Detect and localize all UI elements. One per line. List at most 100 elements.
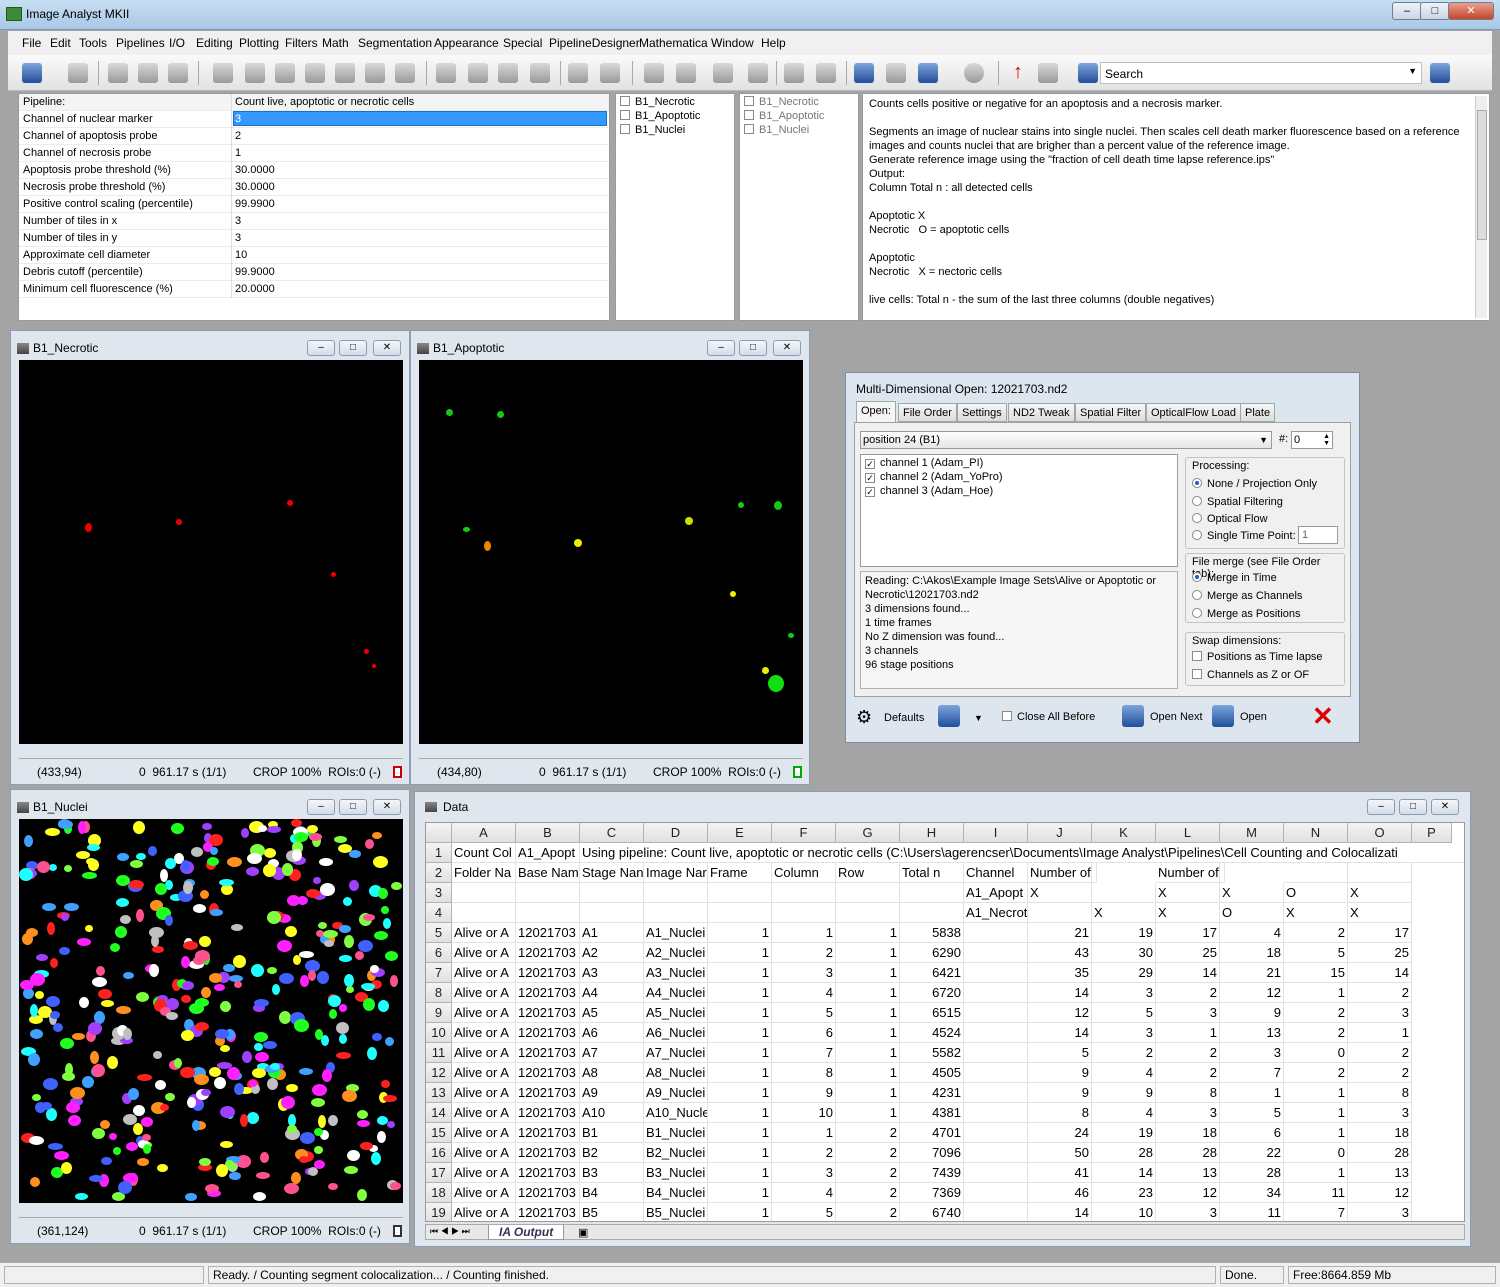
table-cell[interactable]: 5582 [900,1043,964,1063]
table-cell[interactable]: 12021703 [516,1123,580,1143]
frame-slider[interactable] [419,747,803,759]
table-cell[interactable]: 14 [1348,963,1412,983]
pipeline-icon[interactable] [854,63,874,83]
table-cell[interactable] [964,1203,1028,1221]
table-cell[interactable]: 28 [1348,1143,1412,1163]
table-cell[interactable]: Alive or A [452,1063,516,1083]
table-cell[interactable]: Number of segments positive/negative [1156,863,1220,883]
minimize-button[interactable]: – [1392,2,1422,20]
table-cell[interactable] [964,1143,1028,1163]
param-value[interactable]: 99.9000 [235,266,275,278]
stack-icon[interactable] [498,63,518,83]
table-cell[interactable]: 2 [1348,983,1412,1003]
channel-indicator[interactable] [393,766,402,778]
table-cell[interactable]: 46 [1028,1183,1092,1203]
table-cell[interactable]: 7 [1220,1063,1284,1083]
param-value-selected[interactable] [233,111,607,126]
table-cell[interactable]: 24 [1028,1123,1092,1143]
table-cell[interactable]: 1 [836,1003,900,1023]
table-cell[interactable]: 1 [1284,1083,1348,1103]
table-cell[interactable]: A7 [580,1043,644,1063]
param-row[interactable]: Channel of nuclear marker 3 [19,111,609,128]
table-cell[interactable]: 25 [1156,943,1220,963]
radio-none[interactable]: None / Projection Only [1192,478,1317,490]
table-cell[interactable]: 1 [708,1183,772,1203]
param-value[interactable]: 99.9900 [235,198,275,210]
table-cell[interactable]: 12021703 [516,1203,580,1221]
pipeline-edit-icon[interactable] [886,63,906,83]
table-cell[interactable] [900,883,964,903]
table-cell[interactable]: 21 [1220,963,1284,983]
menu-filters[interactable]: Filters [285,36,318,50]
table-cell[interactable]: 12021703 [516,1183,580,1203]
maximize-icon[interactable]: □ [339,340,367,356]
window-icon[interactable] [436,63,456,83]
frame-slider[interactable] [19,747,403,759]
table-cell[interactable]: B1 [580,1123,644,1143]
table-cell[interactable]: 3 [1348,1103,1412,1123]
table-cell[interactable]: A3 [580,963,644,983]
menu-pipelinedesigner[interactable]: PipelineDesigner [549,36,640,50]
table-cell[interactable]: A1_Apopt [516,843,580,863]
table-cell[interactable]: 28 [1220,1163,1284,1183]
table-cell[interactable]: 12 [1220,983,1284,1003]
table-cell[interactable]: B3_Nuclei [644,1163,708,1183]
param-value[interactable]: 3 [235,232,241,244]
table-cell[interactable] [836,903,900,923]
search-input[interactable]: Search [1105,67,1143,81]
table-cell[interactable]: 6 [1220,1123,1284,1143]
table-cell[interactable]: 2 [772,1143,836,1163]
table-cell[interactable] [1220,863,1225,883]
table-cell[interactable]: 15 [1284,963,1348,983]
table-cell[interactable]: 2 [1284,1003,1348,1023]
table-cell[interactable]: 3 [1156,1203,1220,1221]
list-item[interactable]: B1_Necrotic [620,96,695,110]
menu-special[interactable]: Special [503,36,542,50]
table-cell[interactable]: Alive or A [452,923,516,943]
table-cell[interactable]: Count Col [452,843,516,863]
table-cell[interactable]: 1 [1284,1123,1348,1143]
table-cell[interactable]: A8 [580,1063,644,1083]
table-cell[interactable]: 1 [836,1103,900,1123]
table-cell[interactable]: 3 [1156,1003,1220,1023]
background-icon[interactable] [713,63,733,83]
radio-optical-flow[interactable]: Optical Flow [1192,513,1268,525]
table-cell[interactable]: 12021703 [516,963,580,983]
table-cell[interactable]: 17 [1348,923,1412,943]
table-cell[interactable]: A4_Nuclei [644,983,708,1003]
plot-icon[interactable] [784,63,804,83]
menu-mathematica[interactable]: Mathematica [639,36,708,50]
table-cell[interactable]: 2 [836,1123,900,1143]
table-cell[interactable]: 2 [1348,1043,1412,1063]
table-cell[interactable]: 2 [1156,1043,1220,1063]
radio-single-time-point[interactable]: Single Time Point: [1192,530,1296,542]
table-cell[interactable]: B4 [580,1183,644,1203]
table-cell[interactable]: 7 [772,1043,836,1063]
table-cell[interactable]: A6_Nuclei [644,1023,708,1043]
table-cell[interactable] [1028,903,1092,923]
tab-opticalflow-load[interactable]: OpticalFlow Load [1146,403,1241,422]
table-cell[interactable]: Alive or A [452,1203,516,1221]
table-cell[interactable]: Alive or A [452,943,516,963]
table-cell[interactable]: X [1348,883,1412,903]
menu-segmentation[interactable]: Segmentation [358,36,432,50]
table-cell[interactable]: Alive or A [452,1083,516,1103]
param-value[interactable]: 30.0000 [235,181,275,193]
list-item[interactable]: B1_Nuclei [744,124,809,138]
table-cell[interactable]: 3 [772,963,836,983]
table-cell[interactable]: O [1220,903,1284,923]
table-cell[interactable]: 1 [836,1063,900,1083]
table-cell[interactable]: 6720 [900,983,964,1003]
table-cell[interactable]: A10_Nucle [644,1103,708,1123]
close-icon[interactable]: ✕ [373,340,401,356]
table-cell[interactable]: 4381 [900,1103,964,1123]
table-cell[interactable]: X [1028,883,1092,903]
table-cell[interactable]: 2 [1092,1043,1156,1063]
table-cell[interactable]: 2 [1348,1063,1412,1083]
close-images-icon[interactable] [530,63,550,83]
pointer-icon[interactable] [245,63,265,83]
table-cell[interactable] [964,943,1028,963]
table-cell[interactable]: 1 [708,1163,772,1183]
sheet-nav-icon[interactable]: ⏮ ◀ ▶ ⏭ [430,1226,470,1237]
table-cell[interactable]: 4701 [900,1123,964,1143]
